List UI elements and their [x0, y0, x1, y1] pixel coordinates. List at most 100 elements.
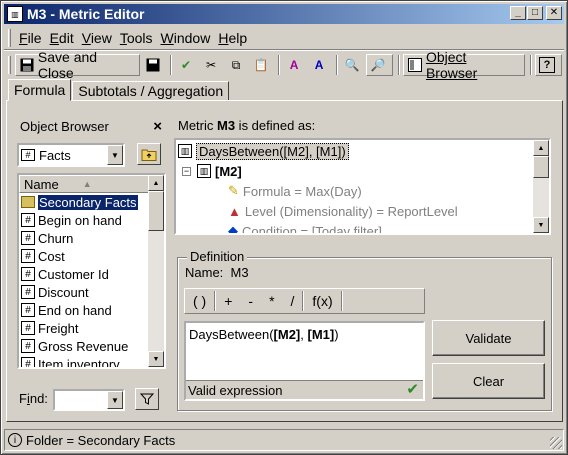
folder-up-icon	[141, 149, 157, 161]
multiply-button[interactable]: *	[261, 290, 282, 312]
formula-text[interactable]: DaysBetween([M2], [M1])	[189, 327, 339, 342]
list-item[interactable]: # Cost	[19, 247, 164, 265]
list-item[interactable]: # Discount	[19, 283, 164, 301]
tab-subtotals-aggregation[interactable]: Subtotals / Aggregation	[72, 81, 230, 101]
list-item[interactable]: # Item inventory	[19, 355, 164, 367]
validate-button[interactable]: Validate	[432, 320, 545, 356]
menu-window[interactable]: Window	[157, 30, 215, 46]
divide-button[interactable]: /	[283, 290, 303, 312]
object-browser-icon	[407, 57, 423, 73]
info-icon: i	[8, 433, 22, 447]
object-browser-title: Object Browser	[20, 118, 109, 134]
save-and-close-button[interactable]: Save and Close	[15, 49, 141, 81]
close-button[interactable]: ✕	[546, 6, 562, 20]
cut-button[interactable]: ✂	[200, 54, 225, 76]
resize-grip[interactable]	[550, 437, 562, 449]
clear-button[interactable]: Clear	[432, 363, 545, 399]
magnifier-icon: 🔍	[344, 58, 360, 72]
title-bar[interactable]: ▥ M3 - Metric Editor _ □ ✕	[4, 4, 564, 24]
tree-node-root[interactable]: ▥ DaysBetween([M2], [M1])	[178, 141, 349, 161]
tab-formula[interactable]: Formula	[8, 79, 72, 101]
find-label-text: Find:	[19, 391, 48, 406]
menu-edit[interactable]: Edit	[46, 30, 78, 46]
object-browser-header: Object Browser ×	[17, 115, 165, 137]
parent-folder-button[interactable]	[137, 143, 161, 165]
list-item[interactable]: # Begin on hand	[19, 211, 164, 229]
scissors-icon: ✂	[206, 58, 217, 72]
column-header-name[interactable]: Name ▲	[19, 175, 151, 193]
tree-node-condition[interactable]: ◆ Condition = [Today filter]	[228, 221, 382, 235]
scroll-up-icon[interactable]: ▲	[533, 140, 549, 156]
formula-editor[interactable]: DaysBetween([M2], [M1]) Valid expression…	[184, 321, 425, 401]
minimize-button[interactable]: _	[510, 6, 526, 20]
object-list-scrollbar[interactable]: ▲ ▼	[148, 175, 164, 367]
menu-grip	[8, 28, 11, 47]
menu-help[interactable]: Help	[214, 30, 251, 46]
metric-icon: ▥	[197, 164, 211, 178]
object-browser-button[interactable]: Object Browser	[403, 49, 525, 81]
list-item[interactable]: # Churn	[19, 229, 164, 247]
font-button[interactable]: A	[283, 54, 308, 76]
list-item[interactable]: # Freight	[19, 319, 164, 337]
paste-button[interactable]: 📋	[250, 54, 275, 76]
collapse-icon[interactable]: −	[182, 166, 191, 176]
list-item[interactable]: # Customer Id	[19, 265, 164, 283]
copy-button[interactable]: ⧉	[225, 54, 250, 76]
funnel-icon	[140, 393, 154, 405]
minus-button[interactable]: -	[240, 290, 261, 312]
menu-file[interactable]: File	[15, 30, 46, 46]
metric-icon: ▥	[178, 144, 192, 158]
find-input[interactable]: ▼	[53, 389, 125, 411]
scroll-up-icon[interactable]: ▲	[148, 175, 164, 191]
level-icon: ▲	[228, 203, 241, 219]
help-button[interactable]: ?	[535, 54, 562, 76]
valid-checkmark-icon: ✔	[406, 381, 419, 398]
list-item[interactable]: Secondary Facts	[19, 193, 164, 211]
tree-node-level[interactable]: ▲ Level (Dimensionality) = ReportLevel	[228, 201, 458, 221]
tree-node-m2[interactable]: − ▥ [M2]	[182, 161, 242, 181]
scroll-thumb[interactable]	[148, 191, 164, 231]
window-controls: _ □ ✕	[509, 6, 562, 20]
function-button[interactable]: f(x)	[304, 290, 340, 312]
check-syntax-button[interactable]: ✔	[175, 54, 200, 76]
scroll-down-icon[interactable]: ▼	[148, 351, 164, 367]
maximize-button[interactable]: □	[527, 6, 543, 20]
magnifier-page-icon: 🔎	[370, 58, 386, 72]
fact-icon: #	[21, 285, 35, 299]
scroll-down-icon[interactable]: ▼	[533, 217, 549, 233]
definition-group-title: Definition	[187, 249, 248, 264]
filter-condition-icon: ◆	[228, 223, 238, 235]
fact-icon: #	[21, 149, 35, 161]
pencil-icon: ✎	[228, 183, 239, 198]
name-value: M3	[230, 265, 249, 280]
fact-icon: #	[21, 249, 35, 263]
font-color-icon: A	[314, 58, 324, 72]
find-button[interactable]: 🔎	[366, 54, 394, 76]
folder-combo[interactable]: # Facts ▼	[17, 143, 125, 167]
tree-node-formula[interactable]: ✎ Formula = Max(Day)	[228, 181, 362, 201]
list-item[interactable]: # End on hand	[19, 301, 164, 319]
chevron-down-icon[interactable]: ▼	[107, 391, 123, 409]
fact-icon: #	[21, 231, 35, 245]
floppy-disk-icon	[19, 57, 35, 73]
metric-definition-tree: ▥ DaysBetween([M2], [M1]) − ▥ [M2] ✎ For…	[174, 138, 551, 235]
paste-icon: 📋	[253, 58, 269, 72]
save-button[interactable]	[142, 54, 167, 76]
parentheses-button[interactable]: ( )	[185, 290, 214, 312]
editor-tabs: Formula Subtotals / Aggregation	[8, 79, 230, 101]
font-color-button[interactable]: A	[308, 54, 333, 76]
plus-button[interactable]: +	[216, 290, 240, 312]
zoom-button[interactable]: 🔍	[341, 54, 366, 76]
menu-view[interactable]: View	[78, 30, 116, 46]
status-text: Folder = Secondary Facts	[26, 432, 176, 448]
fact-icon: #	[21, 339, 35, 353]
close-object-browser-button[interactable]: ×	[153, 118, 162, 135]
list-item[interactable]: # Gross Revenue	[19, 337, 164, 355]
tree-scrollbar[interactable]: ▲ ▼	[533, 140, 549, 233]
chevron-down-icon[interactable]: ▼	[107, 145, 123, 165]
filter-button[interactable]	[135, 388, 159, 410]
menu-tools[interactable]: Tools	[116, 30, 157, 46]
scroll-thumb[interactable]	[533, 156, 549, 178]
status-bar: i Folder = Secondary Facts	[4, 429, 564, 451]
fact-icon: #	[21, 213, 35, 227]
